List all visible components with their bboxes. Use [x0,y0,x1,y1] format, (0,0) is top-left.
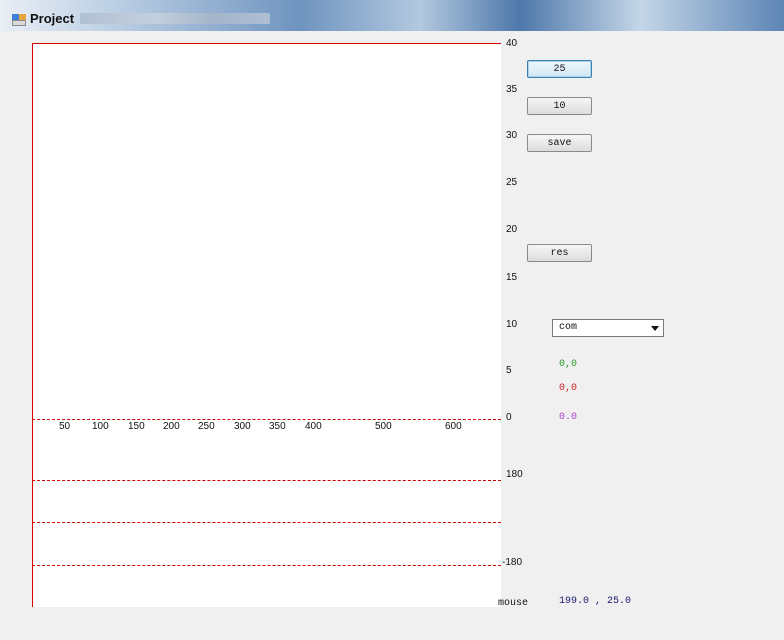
plot-area[interactable] [32,43,501,607]
plot-frame-top [32,43,501,44]
readout-purple: 0.0 [559,412,578,423]
x-tick: 300 [234,421,251,432]
y-tick: -180 [502,557,523,568]
x-tick: 200 [163,421,180,432]
x-tick: 350 [269,421,286,432]
y-tick: 15 [506,272,518,283]
lower-line-3 [32,565,501,566]
readout-red: 0,0 [559,383,578,394]
y-tick: 25 [506,177,518,188]
y-tick: 0 [506,412,512,423]
x-tick: 100 [92,421,109,432]
x-tick: 250 [198,421,215,432]
lower-line-1 [32,480,501,481]
button-25[interactable]: 25 [527,60,592,78]
y-tick: 5 [506,365,512,376]
chevron-down-icon[interactable] [651,326,659,331]
x-tick: 150 [128,421,145,432]
button-10[interactable]: 10 [527,97,592,115]
com-select[interactable]: com [552,319,664,337]
lower-line-2 [32,522,501,523]
com-select-value: com [559,322,578,333]
mouse-coordinates: 199.0 , 25.0 [559,596,632,607]
readout-green: 0,0 [559,359,578,370]
y-tick: 40 [506,38,518,49]
title-bar[interactable]: Project [0,0,784,31]
x-tick: 400 [305,421,322,432]
y-tick: 35 [506,84,518,95]
zero-line [32,419,501,420]
y-tick: 30 [506,130,518,141]
mouse-label: mouse [498,598,529,609]
y-tick: 180 [506,469,523,480]
save-button[interactable]: save [527,134,592,152]
res-button[interactable]: res [527,244,592,262]
window-title: Project [30,11,75,26]
x-tick: 600 [445,421,462,432]
y-tick: 20 [506,224,518,235]
x-tick: 500 [375,421,392,432]
y-tick: 10 [506,319,518,330]
title-blur [80,13,270,24]
x-tick: 50 [59,421,71,432]
app-icon [12,14,26,26]
